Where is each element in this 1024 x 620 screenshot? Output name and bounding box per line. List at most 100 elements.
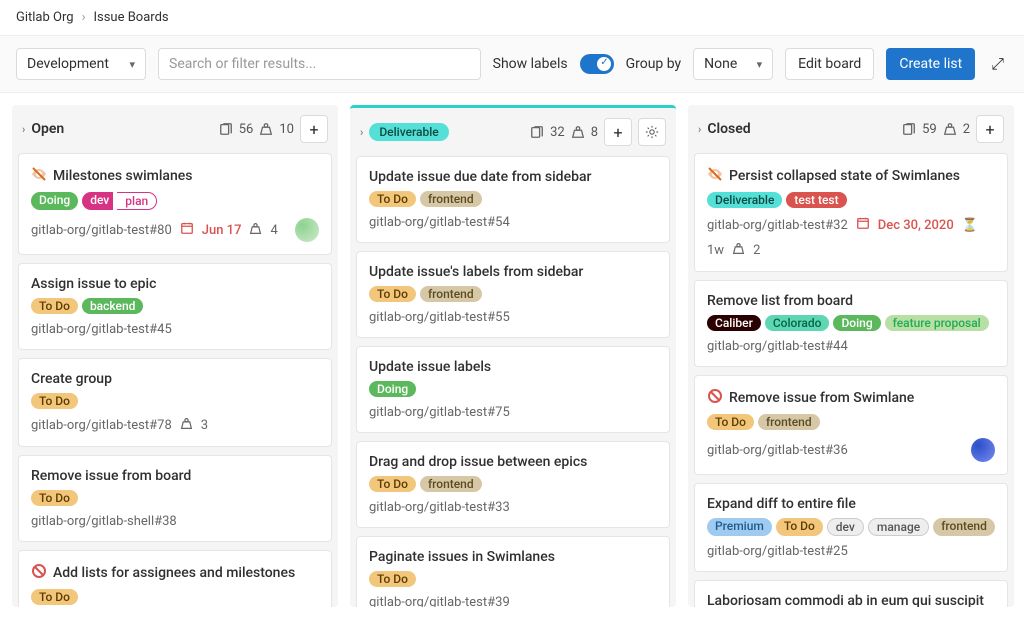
label-pill[interactable]: manage bbox=[868, 518, 929, 536]
label-pill[interactable]: To Do bbox=[369, 286, 416, 302]
issue-card[interactable]: Remove list from board CaliberColoradoDoi… bbox=[694, 280, 1008, 367]
issue-card[interactable]: Remove issue from Swimlane To Dofrontend g… bbox=[694, 375, 1008, 475]
collapse-chevron-icon[interactable]: › bbox=[22, 123, 25, 136]
label-pill[interactable]: dev bbox=[827, 518, 864, 536]
label-pill[interactable]: To Do bbox=[31, 490, 78, 506]
issue-card[interactable]: Update issue due date from sidebarTo Dof… bbox=[356, 156, 670, 243]
label-pill[interactable]: Colorado bbox=[765, 315, 830, 331]
card-meta: gitlab-org/gitlab-test#36 bbox=[707, 438, 995, 462]
fullscreen-icon[interactable]: ⤢ bbox=[987, 50, 1008, 78]
cards-container[interactable]: Milestones swimlanesDoingdevplangitlab-o… bbox=[12, 153, 338, 607]
issue-reference: gitlab-org/gitlab-shell#38 bbox=[31, 514, 177, 529]
time-tracking: 1w bbox=[707, 243, 724, 258]
label-pill[interactable]: backend bbox=[82, 298, 144, 314]
add-card-button[interactable]: + bbox=[604, 118, 632, 146]
label-pill[interactable]: Caliber bbox=[707, 315, 761, 331]
hourglass-icon: ⏳ bbox=[962, 218, 978, 233]
label-pill[interactable]: frontend bbox=[420, 476, 482, 492]
card-title: Expand diff to entire file bbox=[707, 496, 995, 512]
label-pill[interactable]: To Do bbox=[369, 191, 416, 207]
search-input[interactable]: Search or filter results... bbox=[158, 48, 481, 80]
assignee-avatar[interactable] bbox=[295, 218, 319, 242]
breadcrumb-org[interactable]: Gitlab Org bbox=[16, 10, 74, 25]
cards-container[interactable]: Update issue due date from sidebarTo Dof… bbox=[350, 156, 676, 607]
edit-board-button[interactable]: Edit board bbox=[785, 48, 874, 80]
label-pill[interactable]: To Do bbox=[31, 393, 78, 409]
issue-card[interactable]: Add lists for assignees and milestonesTo… bbox=[18, 550, 332, 607]
label-pill[interactable]: plan bbox=[117, 192, 157, 210]
list-settings-button[interactable] bbox=[638, 118, 666, 146]
board-list: ›Deliverable 32 8+Update issue due date … bbox=[350, 105, 676, 607]
label-pill[interactable]: Premium bbox=[707, 518, 772, 536]
issue-reference: gitlab-org/gitlab-test#25 bbox=[707, 544, 848, 559]
board-list: ›Open 56 10+Milestones swimlanesDoingdev… bbox=[12, 105, 338, 607]
label-pill[interactable]: frontend bbox=[420, 286, 482, 302]
issue-reference: gitlab-org/gitlab-test#45 bbox=[31, 322, 172, 337]
show-labels-toggle[interactable]: ✓ bbox=[580, 54, 614, 74]
labels-row: PremiumTo Dodevmanagefrontend bbox=[707, 518, 995, 536]
label-pill[interactable]: dev bbox=[82, 192, 113, 210]
board-selector-dropdown[interactable]: Development ▾ bbox=[16, 48, 146, 80]
labels-row: To Dofrontend bbox=[369, 286, 657, 302]
issue-card[interactable]: Update issue labels Doing gitlab-org/gitla… bbox=[356, 346, 670, 433]
add-card-button[interactable]: + bbox=[976, 115, 1004, 143]
card-title: Remove issue from Swimlane bbox=[707, 388, 995, 408]
card-count: 59 bbox=[922, 122, 937, 137]
cards-icon bbox=[219, 122, 233, 136]
cards-container[interactable]: Persist collapsed state of SwimlanesDeli… bbox=[688, 153, 1014, 607]
breadcrumb-page[interactable]: Issue Boards bbox=[93, 10, 168, 25]
check-icon: ✓ bbox=[600, 57, 608, 68]
issue-card[interactable]: Milestones swimlanesDoingdevplangitlab-o… bbox=[18, 153, 332, 255]
label-pill[interactable]: Doing bbox=[833, 315, 880, 331]
label-pill[interactable]: frontend bbox=[933, 518, 995, 536]
label-pill[interactable]: Doing bbox=[369, 381, 416, 397]
label-pill[interactable]: frontend bbox=[758, 414, 820, 430]
assignee-avatar[interactable] bbox=[971, 438, 995, 462]
card-meta: gitlab-org/gitlab-test#32Dec 30, 2020⏳1w… bbox=[707, 216, 995, 259]
label-pill[interactable]: To Do bbox=[31, 298, 78, 314]
board-selector-value: Development bbox=[27, 56, 109, 72]
issue-reference: gitlab-org/gitlab-test#39 bbox=[369, 595, 510, 607]
group-by-dropdown[interactable]: None ▾ bbox=[693, 48, 773, 80]
issue-card[interactable]: Laboriosam commodi ab in eum qui suscipi… bbox=[694, 580, 1008, 607]
issue-card[interactable]: Expand diff to entire file PremiumTo Dode… bbox=[694, 483, 1008, 572]
label-pill[interactable]: Deliverable bbox=[707, 192, 782, 208]
due-date: Dec 30, 2020 bbox=[878, 218, 954, 233]
confidential-icon bbox=[707, 166, 723, 186]
issue-card[interactable]: Create groupTo Dogitlab-org/gitlab-test#… bbox=[18, 358, 332, 447]
card-count: 32 bbox=[550, 125, 565, 140]
issue-reference: gitlab-org/gitlab-test#44 bbox=[707, 339, 848, 354]
label-pill[interactable]: frontend bbox=[420, 191, 482, 207]
card-title: Remove list from board bbox=[707, 293, 995, 309]
label-pill[interactable]: To Do bbox=[31, 589, 78, 605]
breadcrumb: Gitlab Org › Issue Boards bbox=[0, 0, 1024, 36]
weight-icon bbox=[259, 122, 273, 136]
collapse-chevron-icon[interactable]: › bbox=[698, 123, 701, 136]
label-pill[interactable]: To Do bbox=[776, 518, 823, 536]
card-meta: gitlab-org/gitlab-test#44 bbox=[707, 339, 995, 354]
label-pill[interactable]: To Do bbox=[707, 414, 754, 430]
issue-reference: gitlab-org/gitlab-test#33 bbox=[369, 500, 510, 515]
due-date: Jun 17 bbox=[202, 223, 242, 238]
collapse-chevron-icon[interactable]: › bbox=[360, 126, 363, 139]
issue-card[interactable]: Paginate issues in SwimlanesTo Dogitlab-… bbox=[356, 536, 670, 607]
issue-card[interactable]: Assign issue to epicTo Dobackendgitlab-o… bbox=[18, 263, 332, 350]
list-title: Closed bbox=[707, 121, 896, 137]
issue-card[interactable]: Persist collapsed state of SwimlanesDeli… bbox=[694, 153, 1008, 272]
issue-card[interactable]: Remove issue from boardTo Dogitlab-org/g… bbox=[18, 455, 332, 542]
card-title: Update issue labels bbox=[369, 359, 657, 375]
card-meta: gitlab-org/gitlab-test#54 bbox=[369, 215, 657, 230]
issue-reference: gitlab-org/gitlab-test#75 bbox=[369, 405, 510, 420]
label-pill[interactable]: To Do bbox=[369, 476, 416, 492]
card-meta: gitlab-org/gitlab-test#25 bbox=[707, 544, 995, 559]
create-list-button[interactable]: Create list bbox=[886, 48, 975, 80]
card-title: Create group bbox=[31, 371, 319, 387]
label-pill[interactable]: Doing bbox=[31, 192, 78, 210]
card-meta: gitlab-org/gitlab-test#45 bbox=[31, 322, 319, 337]
label-pill[interactable]: test test bbox=[786, 192, 846, 208]
label-pill[interactable]: To Do bbox=[369, 571, 416, 587]
add-card-button[interactable]: + bbox=[300, 115, 328, 143]
issue-card[interactable]: Drag and drop issue between epicsTo Dofr… bbox=[356, 441, 670, 528]
issue-card[interactable]: Update issue's labels from sidebarTo Dof… bbox=[356, 251, 670, 338]
label-pill[interactable]: feature proposal bbox=[885, 315, 989, 331]
